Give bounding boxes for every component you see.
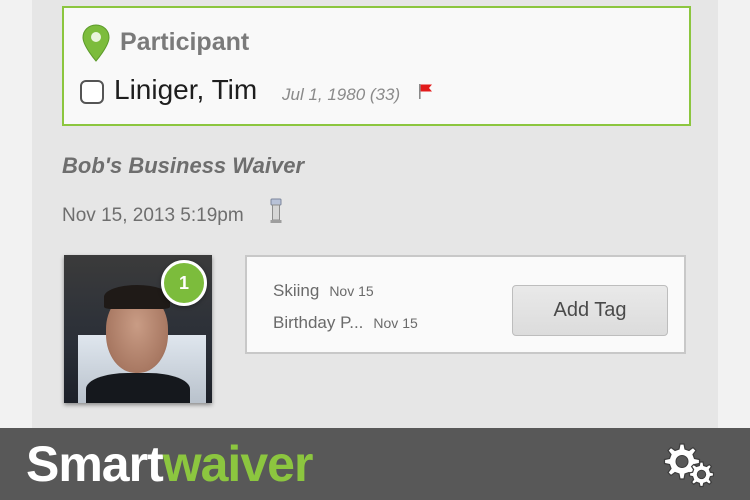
device-icon [270, 198, 282, 223]
waiver-title: Bob's Business Waiver [62, 153, 305, 178]
tag-date: Nov 15 [373, 315, 418, 331]
tag-name: Skiing [273, 281, 320, 300]
footer-bar: Smartwaiver [0, 428, 750, 500]
tag-name: Birthday P... [273, 313, 364, 332]
participant-dob: Jul 1, 1980 (33) [282, 85, 401, 104]
photo-count-badge: 1 [161, 260, 207, 306]
waiver-date: Nov 15, 2013 5:19pm [62, 205, 244, 226]
tag-date: Nov 15 [329, 283, 374, 299]
participant-panel: Participant Liniger, Tim Jul 1, 1980 (33… [62, 6, 691, 126]
participant-heading: Participant [120, 28, 250, 56]
participant-name: Liniger, Tim [114, 74, 258, 105]
tag-item: Skiing Nov 15 [273, 281, 374, 301]
tag-item: Birthday P... Nov 15 [273, 313, 418, 333]
participant-checkbox[interactable] [80, 80, 104, 104]
brand-logo: Smartwaiver [26, 436, 313, 492]
flag-icon [419, 84, 432, 99]
add-tag-button[interactable]: Add Tag [512, 285, 668, 336]
tags-panel: Skiing Nov 15 Birthday P... Nov 15 Add Tag [245, 255, 686, 354]
gear-icon[interactable] [662, 440, 714, 488]
map-pin-icon [82, 24, 110, 62]
